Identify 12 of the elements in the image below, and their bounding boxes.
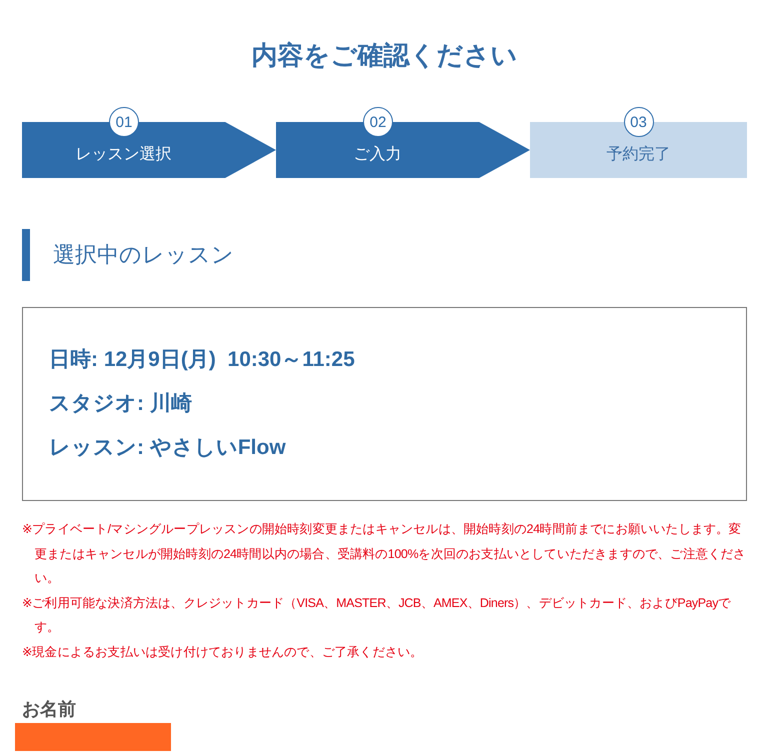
field-label: お名前 xyxy=(22,698,77,721)
step-number: 02 xyxy=(363,107,393,137)
page-title: 内容をご確認ください xyxy=(250,39,518,72)
step-number: 01 xyxy=(109,107,139,137)
lesson-detail-text: スタジオ: 川崎 xyxy=(49,391,193,417)
step-number: 03 xyxy=(624,107,654,137)
lesson-detail-text: 日時: 12月9日(月) 10:30～11:25 xyxy=(49,347,356,373)
lesson-detail-text: レッスン: やさしいFlow xyxy=(49,435,287,461)
notice-text: ※ご利用可能な決済方法は、クレジットカード（VISA、MASTER、JCB、AMEX、Diners）、デビットカード、およびPayPayです。 xyxy=(22,594,732,636)
section-heading: 選択中のレッスン xyxy=(22,229,747,281)
notice-text: ※現金によるお支払いは受け付けておりませんので、ご了承ください。 xyxy=(22,644,424,660)
notice-text: ※プライベート/マシングループレッスンの開始時刻変更またはキャンセルは、開始時刻の24時間前までにお願いいたします。変更またはキャンセルが開始時刻の24時間以内の場合、受講料の100%を次回のお支払いとしていただきますので、ご注意ください。 xyxy=(22,521,747,587)
